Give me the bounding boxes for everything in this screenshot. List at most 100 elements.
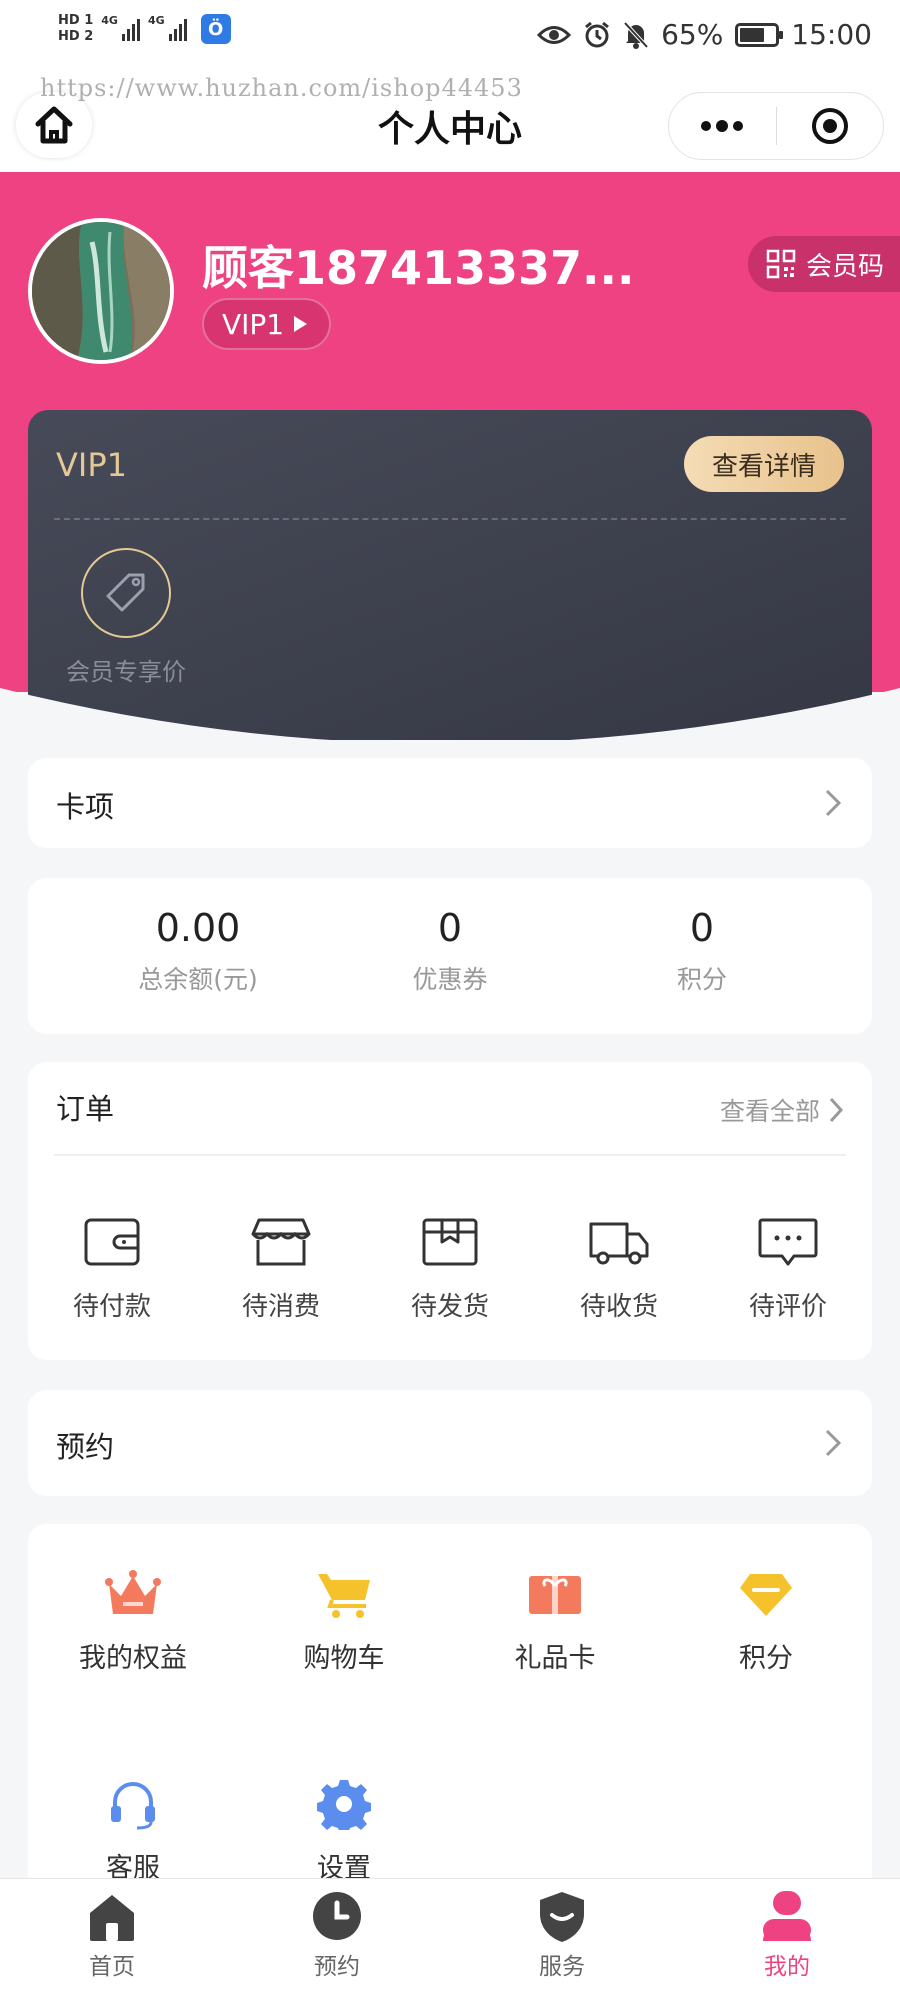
target-close-icon — [811, 108, 848, 144]
card-items-title: 卡项 — [56, 790, 115, 824]
orders-card: 订单 查看全部 待付款 待消费 待发货 待收货 待评价 — [28, 1062, 872, 1360]
vip-card-divider — [54, 518, 846, 520]
stat-points[interactable]: 0 积分 — [582, 906, 822, 996]
tab-services[interactable]: 服务 — [492, 1889, 632, 1981]
tab-home[interactable]: 首页 — [42, 1889, 182, 1981]
top-navbar: https://www.huzhan.com/ishop44453 个人中心 — [0, 74, 900, 172]
hd-2-label: HD 2 — [58, 29, 94, 44]
card-items-row[interactable]: 卡项 — [28, 758, 872, 848]
alarm-icon — [585, 21, 609, 47]
status-bar: HD 1 HD 2 4G 4G Ö 65% 15:00 — [0, 0, 900, 78]
stat-label: 积分 — [676, 965, 727, 994]
hd-1-label: HD 1 — [58, 13, 94, 28]
status-left: HD 1 HD 2 4G 4G Ö — [58, 14, 231, 44]
clock-icon — [313, 1892, 361, 1940]
stat-coupons[interactable]: 0 优惠券 — [330, 906, 570, 996]
service-points[interactable]: 积分 — [666, 1568, 866, 1675]
user-icon — [763, 1891, 811, 1941]
view-all-label: 查看全部 — [719, 1097, 820, 1126]
order-pending-consumption[interactable]: 待消费 — [201, 1214, 361, 1323]
signal-2-icon — [168, 17, 187, 41]
headset-icon — [111, 1782, 155, 1830]
service-label: 礼品卡 — [514, 1643, 596, 1674]
username: 顾客187413337... — [202, 241, 635, 295]
service-customer-support[interactable]: 客服 — [33, 1778, 233, 1885]
service-gift-card[interactable]: 礼品卡 — [455, 1568, 655, 1675]
perk-circle — [81, 548, 171, 638]
service-cart[interactable]: 购物车 — [244, 1568, 444, 1675]
order-label: 待发货 — [410, 1292, 489, 1322]
vip-badge-label: VIP1 — [222, 307, 285, 341]
qr-code-icon — [766, 249, 796, 279]
play-arrow-icon — [294, 316, 308, 332]
header-curve — [0, 688, 900, 770]
diamond-icon — [740, 1574, 792, 1616]
battery-icon — [735, 22, 784, 47]
chevron-right-icon — [829, 1097, 844, 1123]
comment-icon — [758, 1218, 818, 1266]
order-pending-shipment[interactable]: 待发货 — [370, 1214, 530, 1323]
service-my-benefits[interactable]: 我的权益 — [33, 1568, 233, 1675]
order-label: 待付款 — [72, 1292, 151, 1322]
app-notification-icon: Ö — [200, 14, 231, 44]
order-label: 待消费 — [241, 1292, 320, 1322]
booking-title: 预约 — [56, 1430, 115, 1464]
crown-icon — [105, 1570, 161, 1614]
battery-percent: 65% — [661, 18, 724, 51]
tab-booking[interactable]: 预约 — [267, 1889, 407, 1981]
vip-card-level: VIP1 — [56, 446, 127, 484]
order-label: 待评价 — [748, 1292, 827, 1322]
stat-label: 优惠券 — [412, 965, 488, 994]
avatar-image — [32, 222, 170, 360]
tab-mine[interactable]: 我的 — [717, 1889, 857, 1981]
home-icon — [90, 1895, 134, 1941]
gift-card-icon — [529, 1576, 581, 1614]
avatar[interactable] — [28, 218, 174, 364]
member-code-label: 会员码 — [805, 251, 884, 282]
box-icon — [422, 1218, 478, 1266]
stat-value: 0 — [437, 906, 463, 950]
booking-row[interactable]: 预约 — [28, 1390, 872, 1496]
close-button[interactable] — [777, 93, 884, 159]
order-pending-payment[interactable]: 待付款 — [32, 1214, 192, 1323]
tab-label: 预约 — [314, 1954, 360, 1980]
chevron-right-icon — [825, 789, 842, 817]
stat-balance[interactable]: 0.00 总余额(元) — [78, 906, 318, 996]
vip-level-badge[interactable]: VIP1 — [202, 298, 332, 350]
gear-icon — [317, 1780, 371, 1830]
tab-label: 首页 — [89, 1954, 135, 1980]
view-all-orders-link[interactable]: 查看全部 — [720, 1092, 844, 1128]
network-1-label: 4G — [101, 14, 118, 27]
wallet-icon — [84, 1218, 140, 1266]
bottom-tab-bar: 首页 预约 服务 我的 — [0, 1878, 900, 2000]
shield-icon — [540, 1892, 584, 1942]
watermark-text: https://www.huzhan.com/ishop44453 — [40, 74, 523, 102]
order-pending-receipt[interactable]: 待收货 — [539, 1214, 699, 1323]
orders-title: 订单 — [56, 1092, 115, 1126]
stat-label: 总余额(元) — [138, 965, 258, 994]
more-dots-icon — [701, 120, 744, 132]
service-label: 我的权益 — [79, 1643, 187, 1674]
mute-bell-icon — [623, 21, 649, 49]
signal-1-icon — [121, 17, 140, 41]
member-code-button[interactable]: 会员码 — [747, 236, 900, 292]
service-label: 积分 — [739, 1643, 793, 1674]
mini-program-capsule — [668, 92, 884, 160]
network-2-label: 4G — [147, 14, 165, 27]
clock-time: 15:00 — [791, 18, 872, 51]
more-button[interactable] — [669, 93, 776, 159]
order-pending-review[interactable]: 待评价 — [708, 1214, 868, 1323]
view-details-button[interactable]: 查看详情 — [683, 436, 844, 492]
chevron-right-icon — [825, 1429, 842, 1457]
perk-member-price[interactable]: 会员专享价 — [64, 548, 188, 687]
tab-label: 服务 — [539, 1954, 585, 1980]
price-tag-icon — [106, 573, 145, 612]
order-label: 待收货 — [579, 1292, 658, 1322]
stat-value: 0.00 — [155, 906, 241, 950]
eye-icon — [537, 25, 572, 44]
cart-icon — [318, 1574, 370, 1618]
service-settings[interactable]: 设置 — [244, 1778, 444, 1885]
services-card: 我的权益 购物车 礼品卡 积分 客服 设置 — [28, 1524, 872, 1924]
status-right: 65% 15:00 — [537, 18, 872, 51]
service-label: 购物车 — [303, 1643, 385, 1674]
